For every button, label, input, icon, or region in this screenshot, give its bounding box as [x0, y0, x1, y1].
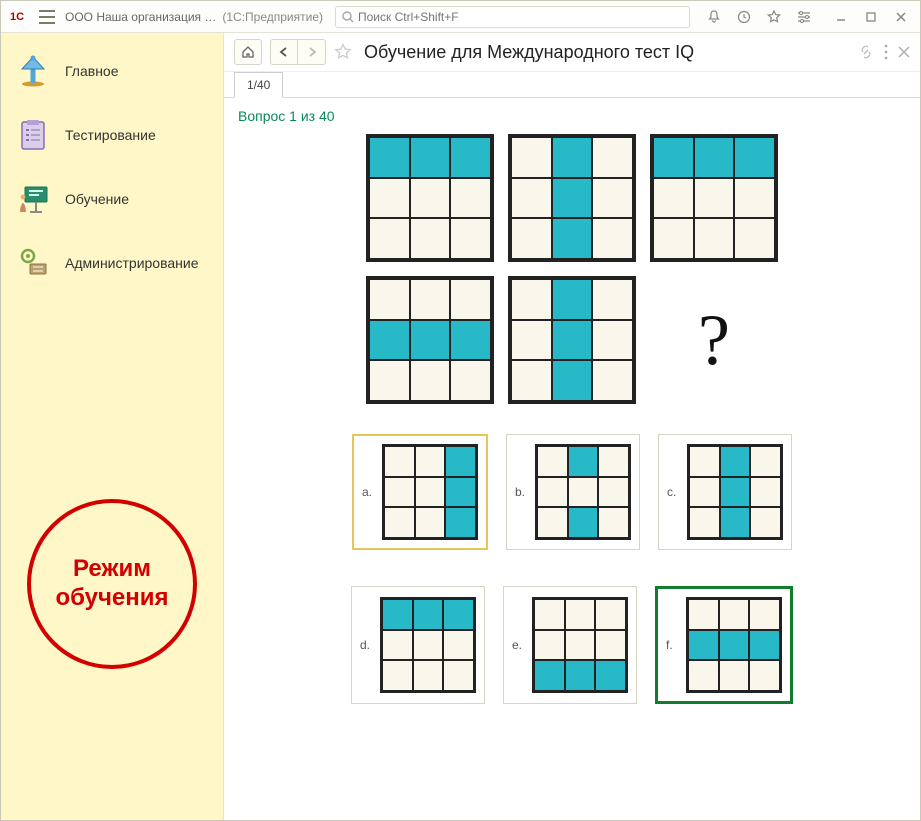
back-button[interactable] — [270, 39, 298, 65]
sidebar-item-label: Обучение — [65, 191, 129, 207]
training-mode-stamp: Режим обучения — [27, 499, 197, 669]
favorite-button[interactable] — [334, 43, 352, 61]
matrix-tile — [686, 597, 782, 693]
history-icon[interactable] — [732, 5, 756, 29]
link-icon[interactable] — [858, 44, 874, 60]
content-toolbar: Обучение для Международного тест IQ — [224, 33, 920, 72]
matrix-tile — [382, 444, 478, 540]
tab-current[interactable]: 1/40 — [234, 72, 283, 98]
matrix-tile — [508, 134, 636, 262]
matrix-tile — [366, 276, 494, 404]
content-area: Обучение для Международного тест IQ 1/40… — [223, 33, 920, 820]
matrix-tile — [380, 597, 476, 693]
sidebar-item-testing[interactable]: Тестирование — [7, 107, 217, 163]
answer-letter: d. — [360, 638, 372, 652]
page-title: Обучение для Международного тест IQ — [364, 42, 850, 63]
search-icon — [342, 11, 354, 23]
clipboard-icon — [15, 117, 51, 153]
answer-option[interactable]: d. — [351, 586, 485, 704]
maximize-button[interactable] — [856, 5, 886, 29]
answer-option[interactable]: c. — [658, 434, 792, 550]
matrix-tile — [508, 276, 636, 404]
logo-1c: 1C — [5, 7, 29, 27]
question-body: Вопрос 1 из 40 ? a. b. c. d. e. f. — [224, 98, 920, 820]
star-icon[interactable] — [762, 5, 786, 29]
matrix-tile — [366, 134, 494, 262]
answer-letter: a. — [362, 485, 374, 499]
matrix-tile — [535, 444, 631, 540]
answers-grid: a. b. c. d. e. f. — [238, 434, 906, 704]
org-title: ООО Наша организация … — [65, 10, 216, 24]
matrix-tile — [532, 597, 628, 693]
menu-icon[interactable] — [35, 5, 59, 29]
sidebar-item-label: Тестирование — [65, 127, 156, 143]
question-mark-tile: ? — [650, 276, 778, 404]
close-button[interactable] — [886, 5, 916, 29]
matrix-tile — [687, 444, 783, 540]
puzzle-grid: ? — [238, 134, 906, 404]
forward-button[interactable] — [298, 39, 326, 65]
sidebar-item-label: Главное — [65, 63, 119, 79]
sidebar-item-main[interactable]: Главное — [7, 43, 217, 99]
answer-option[interactable]: e. — [503, 586, 637, 704]
answer-letter: c. — [667, 485, 679, 499]
question-progress-label: Вопрос 1 из 40 — [238, 108, 906, 124]
sidebar-item-training[interactable]: Обучение — [7, 171, 217, 227]
home-button[interactable] — [234, 39, 262, 65]
org-subtitle: (1С:Предприятие) — [222, 10, 323, 24]
matrix-tile — [650, 134, 778, 262]
answer-option[interactable]: a. — [352, 434, 488, 550]
lamp-icon — [15, 53, 51, 89]
training-mode-label: Режим обучения — [31, 555, 193, 613]
answer-letter: e. — [512, 638, 524, 652]
sidebar-item-label: Администрирование — [65, 255, 199, 271]
tabs: 1/40 — [224, 72, 920, 98]
answer-option[interactable]: f. — [655, 586, 793, 704]
search-input[interactable] — [358, 10, 683, 24]
answer-letter: f. — [666, 638, 678, 652]
answer-option[interactable]: b. — [506, 434, 640, 550]
settings-icon[interactable] — [792, 5, 816, 29]
close-tab-icon[interactable] — [898, 46, 910, 58]
titlebar: 1C ООО Наша организация … (1С:Предприяти… — [1, 1, 920, 33]
sidebar: Главное Тестирование Обучение Администри… — [1, 33, 223, 820]
presentation-icon — [15, 181, 51, 217]
sidebar-item-admin[interactable]: Администрирование — [7, 235, 217, 291]
search-input-wrap[interactable] — [335, 6, 690, 28]
bell-icon[interactable] — [702, 5, 726, 29]
answer-letter: b. — [515, 485, 527, 499]
minimize-button[interactable] — [826, 5, 856, 29]
more-icon[interactable] — [884, 44, 888, 60]
gear-icon — [15, 245, 51, 281]
